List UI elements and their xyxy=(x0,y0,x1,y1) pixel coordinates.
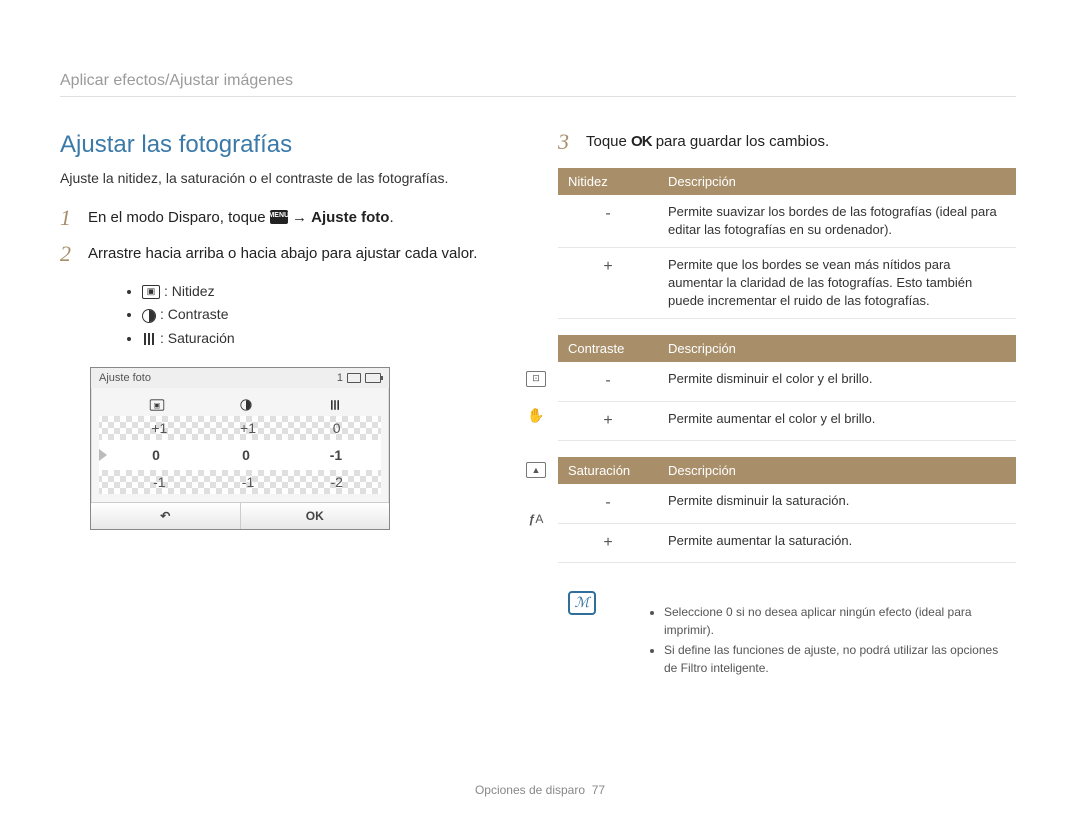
note-icon: ℳ xyxy=(568,591,596,615)
td-sign: - xyxy=(558,362,658,401)
cell: 0 xyxy=(292,420,381,436)
th: Saturación xyxy=(558,457,658,484)
memory-icon xyxy=(347,373,361,383)
td-sign: - xyxy=(558,195,658,248)
triangle-indicator-icon xyxy=(99,449,107,461)
th: Contraste xyxy=(558,335,658,362)
step-number: 1 xyxy=(60,207,78,230)
step-2: 2 Arrastre hacia arriba o hacia abajo pa… xyxy=(60,243,510,266)
note-box: ℳ Seleccione 0 si no desea aplicar ningú… xyxy=(558,583,1016,699)
contrast-icon xyxy=(142,309,156,323)
th: Nitidez xyxy=(558,168,658,195)
step2-text: Arrastre hacia arriba o hacia abajo para… xyxy=(88,243,477,266)
contrast-icon xyxy=(240,399,251,410)
lcd-counter: 1 xyxy=(337,372,343,384)
step-3: 3 Toque OK para guardar los cambios. xyxy=(558,131,1016,154)
step3-post: para guardar los cambios. xyxy=(652,133,830,150)
page-footer: Opciones de disparo 77 xyxy=(0,783,1080,797)
step1-pre: En el modo Disparo, toque xyxy=(88,209,270,226)
td-desc: Permite aumentar la saturación. xyxy=(658,523,1016,562)
td-sign: + xyxy=(558,523,658,562)
mode-icon: ⊡ xyxy=(526,371,546,387)
lcd-preview: Ajuste foto 1 ▣ +1+10 xyxy=(90,367,390,530)
td-desc: Permite que los bordes se vean más nítid… xyxy=(658,247,1016,319)
th: Descripción xyxy=(658,457,1016,484)
step-number: 2 xyxy=(60,243,78,266)
cell: -1 xyxy=(115,474,204,490)
footer-page: 77 xyxy=(592,783,605,797)
th: Descripción xyxy=(658,335,1016,362)
step3-pre: Toque xyxy=(586,133,631,150)
bullet-contrast: : Contraste xyxy=(160,306,228,322)
menu-icon: MENU xyxy=(270,210,288,224)
table-contraste: ContrasteDescripción -Permite disminuir … xyxy=(558,335,1016,441)
lcd-side-icons: ⊡ ✋ ▲ ƒA xyxy=(526,371,546,526)
step-number: 3 xyxy=(558,131,576,154)
bullet-sharpness: : Nitidez xyxy=(164,283,215,299)
td-desc: Permite aumentar el color y el brillo. xyxy=(658,401,1016,440)
breadcrumb: Aplicar efectos/Ajustar imágenes xyxy=(60,72,1016,97)
adjust-list: ▣ : Nitidez : Contraste : Saturación xyxy=(90,280,510,351)
hand-icon: ✋ xyxy=(527,407,544,424)
td-desc: Permite disminuir la saturación. xyxy=(658,484,1016,523)
note-2: Si define las funciones de ajuste, no po… xyxy=(664,641,1006,677)
td-desc: Permite disminuir el color y el brillo. xyxy=(658,362,1016,401)
bullet-saturation: : Saturación xyxy=(160,330,235,346)
table-saturacion: SaturaciónDescripción -Permite disminuir… xyxy=(558,457,1016,563)
lcd-title-text: Ajuste foto xyxy=(99,372,151,384)
cell: 0 xyxy=(111,447,201,463)
saturation-icon xyxy=(329,399,340,410)
td-desc: Permite suavizar los bordes de las fotog… xyxy=(658,195,1016,248)
saturation-icon xyxy=(142,332,156,346)
ok-icon: OK xyxy=(631,131,652,154)
battery-icon xyxy=(365,373,381,383)
cell: +1 xyxy=(115,420,204,436)
cell: -2 xyxy=(292,474,381,490)
cell: -1 xyxy=(291,447,381,463)
sharpness-icon: ▣ xyxy=(142,285,160,299)
th: Descripción xyxy=(658,168,1016,195)
picture-icon: ▲ xyxy=(526,462,546,478)
page-title: Ajustar las fotografías xyxy=(60,131,510,159)
table-nitidez: NitidezDescripción -Permite suavizar los… xyxy=(558,168,1016,320)
footer-section: Opciones de disparo xyxy=(475,783,585,797)
cell: -1 xyxy=(204,474,293,490)
step1-arrow: → xyxy=(292,209,311,226)
note-1: Seleccione 0 si no desea aplicar ningún … xyxy=(664,603,1006,639)
cell: +1 xyxy=(204,420,293,436)
td-sign: - xyxy=(558,484,658,523)
step1-end: . xyxy=(389,209,393,226)
flash-icon: ƒA xyxy=(529,512,544,526)
cell: 0 xyxy=(201,447,291,463)
intro-text: Ajuste la nitidez, la saturación o el co… xyxy=(60,169,510,189)
lcd-back-button: ↶ xyxy=(91,503,241,529)
lcd-ok-button: OK xyxy=(241,503,390,529)
sharpness-icon: ▣ xyxy=(150,399,164,410)
step-1: 1 En el modo Disparo, toque MENU → Ajust… xyxy=(60,207,510,230)
td-sign: + xyxy=(558,247,658,319)
step1-bold: Ajuste foto xyxy=(311,209,389,226)
td-sign: + xyxy=(558,401,658,440)
